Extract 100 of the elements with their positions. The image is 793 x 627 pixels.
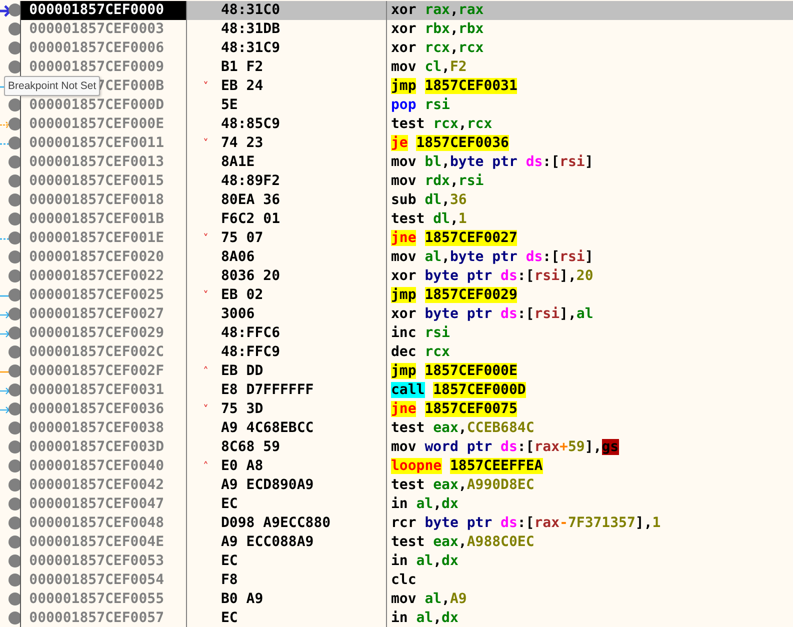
- operand-text: :[: [542, 249, 560, 265]
- bytes-cell: 75 07: [221, 229, 264, 248]
- operand-text: F2: [450, 59, 467, 75]
- breakpoint-icon[interactable]: [8, 421, 20, 435]
- breakpoint-icon[interactable]: [8, 136, 20, 150]
- breakpoint-icon[interactable]: [8, 611, 20, 625]
- breakpoint-icon[interactable]: [8, 174, 20, 188]
- operand-text: ,: [442, 591, 450, 607]
- breakpoint-icon[interactable]: [8, 250, 20, 264]
- mnemonic-text: mov: [391, 249, 416, 265]
- breakpoint-icon[interactable]: [8, 345, 20, 359]
- address-cell: 000001857CEF000D: [21, 96, 187, 115]
- breakpoint-icon[interactable]: [8, 535, 20, 549]
- operand-text: CCEB684C: [466, 420, 534, 436]
- operand-text: eax: [433, 477, 458, 493]
- breakpoint-icon[interactable]: [8, 117, 20, 131]
- address-cell: 000001857CEF001B: [21, 210, 187, 229]
- operand-text: rsi: [424, 97, 450, 113]
- breakpoint-icon[interactable]: [8, 231, 20, 245]
- mnemonic-text: jmp: [391, 78, 416, 94]
- operand-text: ds: [526, 154, 543, 170]
- operand-text: al: [424, 591, 442, 607]
- bytes-cell: B0 A9: [221, 590, 264, 609]
- bytes-cell: 5E: [221, 96, 238, 115]
- breakpoint-icon[interactable]: [8, 98, 20, 112]
- operand-text: ,: [442, 59, 450, 75]
- operand-text: rsi: [534, 268, 560, 284]
- jump-mark: ˅: [203, 82, 208, 90]
- bytes-cell: 8036 20: [221, 267, 280, 286]
- operand-text: 1: [458, 211, 467, 227]
- operand-text: al: [416, 553, 434, 569]
- mnemonic-text: xor: [391, 21, 416, 37]
- operand-text: al,: [424, 249, 450, 265]
- mnemonic-text: test: [391, 420, 425, 436]
- operand-text: rsi: [424, 325, 450, 341]
- breakpoint-icon[interactable]: [8, 22, 20, 36]
- breakpoint-icon[interactable]: [8, 478, 20, 492]
- breakpoint-icon[interactable]: [8, 497, 20, 511]
- address-cell: 000001857CEF0003: [21, 20, 187, 39]
- operand-text: :[: [517, 268, 534, 284]
- breakpoint-icon[interactable]: [8, 459, 20, 473]
- operand-text: byte ptr: [424, 306, 492, 322]
- operand-text: ]: [584, 249, 594, 265]
- operand-text: :[: [517, 439, 534, 455]
- operand-text: al: [416, 610, 434, 626]
- breakpoint-icon[interactable]: [8, 155, 20, 169]
- operand-text: A988C0EC: [466, 534, 534, 550]
- address-cell: 000001857CEF002F: [21, 362, 187, 381]
- address-cell: 000001857CEF0027: [21, 305, 187, 324]
- breakpoint-icon[interactable]: [8, 364, 20, 378]
- address-cell: 000001857CEF000E: [21, 115, 187, 134]
- operand-text: ],: [560, 268, 576, 284]
- breakpoint-icon[interactable]: [8, 573, 20, 587]
- breakpoint-icon[interactable]: [8, 402, 20, 416]
- operand-text: dx: [442, 553, 458, 569]
- operand-text: eax: [433, 534, 458, 550]
- breakpoint-icon[interactable]: [8, 3, 20, 17]
- mnemonic-text: mov: [391, 154, 416, 170]
- bytes-cell: D098 A9ECC880: [221, 514, 331, 533]
- bytes-cell: EB 24: [221, 77, 264, 96]
- breakpoint-icon[interactable]: [8, 269, 20, 283]
- operand-text: rsi: [534, 306, 560, 322]
- operand-text: ,: [450, 2, 458, 18]
- bytes-cell: EB DD: [221, 362, 264, 381]
- breakpoint-icon[interactable]: [8, 307, 20, 321]
- jump-mark: ˅: [203, 140, 208, 148]
- operand-text: A990D8EC: [466, 477, 534, 493]
- operand-text: :[: [517, 515, 534, 531]
- operand-text: ,: [433, 496, 442, 512]
- operand-text: rdx: [424, 173, 450, 189]
- address-cell: 000001857CEF0022: [21, 267, 187, 286]
- breakpoint-icon[interactable]: [8, 326, 20, 340]
- address-cell: 000001857CEF0013: [21, 153, 187, 172]
- breakpoint-icon[interactable]: [8, 592, 20, 606]
- operand-text: ds: [500, 515, 518, 531]
- bytes-cell: A9 ECD890A9: [221, 476, 314, 495]
- operand-text: dx: [442, 496, 458, 512]
- breakpoint-icon[interactable]: [8, 60, 20, 74]
- breakpoint-icon[interactable]: [8, 383, 20, 397]
- address-cell: 000001857CEF0048: [21, 514, 187, 533]
- breakpoint-icon[interactable]: [8, 288, 20, 302]
- jump-mark: ˅: [203, 292, 208, 300]
- operand-text: al: [416, 496, 434, 512]
- operand-text: gs: [602, 439, 619, 455]
- bytes-cell: 75 3D: [221, 400, 264, 419]
- mnemonic-text: xor: [391, 306, 416, 322]
- address-cell: 000001857CEF0020: [21, 248, 187, 267]
- breakpoint-icon[interactable]: [8, 516, 20, 530]
- operand-text: rbx: [424, 21, 450, 37]
- operand-text: ds: [500, 268, 518, 284]
- breakpoint-icon[interactable]: [8, 193, 20, 207]
- operand-text: ],: [560, 306, 576, 322]
- breakpoint-icon[interactable]: [8, 440, 20, 454]
- breakpoint-icon[interactable]: [8, 41, 20, 55]
- bytes-cell: E8 D7FFFFFF: [221, 381, 314, 400]
- address-cell: 000001857CEF0025: [21, 286, 187, 305]
- jump-mark: ˄: [203, 368, 208, 376]
- operand-text: rcx: [466, 116, 492, 132]
- breakpoint-icon[interactable]: [8, 212, 20, 226]
- breakpoint-icon[interactable]: [8, 554, 20, 568]
